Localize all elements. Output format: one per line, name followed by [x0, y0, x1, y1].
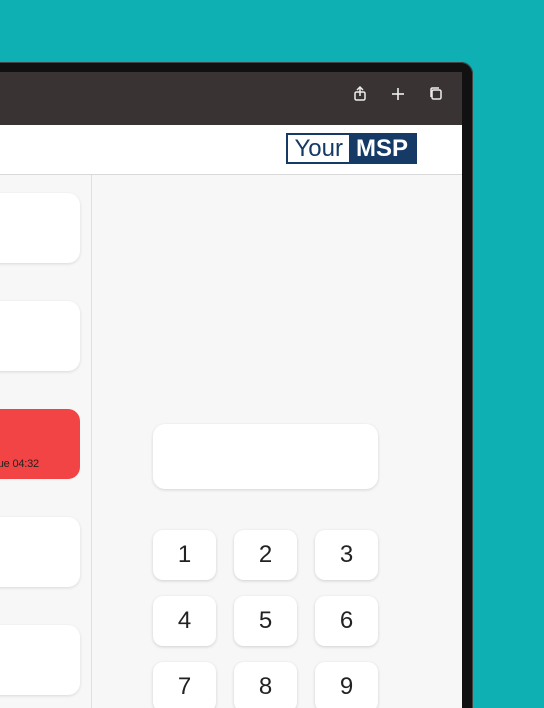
key-2[interactable]: 2 [234, 530, 297, 580]
left-card-5[interactable] [0, 625, 80, 695]
left-card-4[interactable] [0, 517, 80, 587]
browser-toolbar [0, 72, 462, 125]
panel-divider [91, 175, 92, 708]
dialer-display[interactable] [153, 424, 378, 489]
tabs-icon[interactable] [426, 84, 446, 104]
key-8[interactable]: 8 [234, 662, 297, 708]
left-card-2[interactable] [0, 301, 80, 371]
app-stage: Your MSP queue 04:32 1 2 3 4 5 6 7 [0, 0, 544, 708]
logo-your-text: Your [288, 135, 349, 162]
key-3[interactable]: 3 [315, 530, 378, 580]
dialer-keypad: 1 2 3 4 5 6 7 8 9 [153, 530, 381, 708]
left-card-1[interactable] [0, 193, 80, 263]
share-icon[interactable] [350, 84, 370, 104]
key-1[interactable]: 1 [153, 530, 216, 580]
queue-alert-card[interactable]: queue 04:32 [0, 409, 80, 479]
tablet-frame: Your MSP queue 04:32 1 2 3 4 5 6 7 [0, 62, 473, 708]
key-5[interactable]: 5 [234, 596, 297, 646]
browser-screen: Your MSP queue 04:32 1 2 3 4 5 6 7 [0, 72, 462, 708]
key-4[interactable]: 4 [153, 596, 216, 646]
key-6[interactable]: 6 [315, 596, 378, 646]
your-msp-logo: Your MSP [286, 133, 417, 164]
toolbar-actions [350, 84, 446, 104]
key-9[interactable]: 9 [315, 662, 378, 708]
key-7[interactable]: 7 [153, 662, 216, 708]
add-icon[interactable] [388, 84, 408, 104]
queue-time-text: queue 04:32 [0, 458, 39, 470]
app-header: Your MSP [0, 125, 462, 175]
logo-msp-text: MSP [348, 135, 415, 162]
